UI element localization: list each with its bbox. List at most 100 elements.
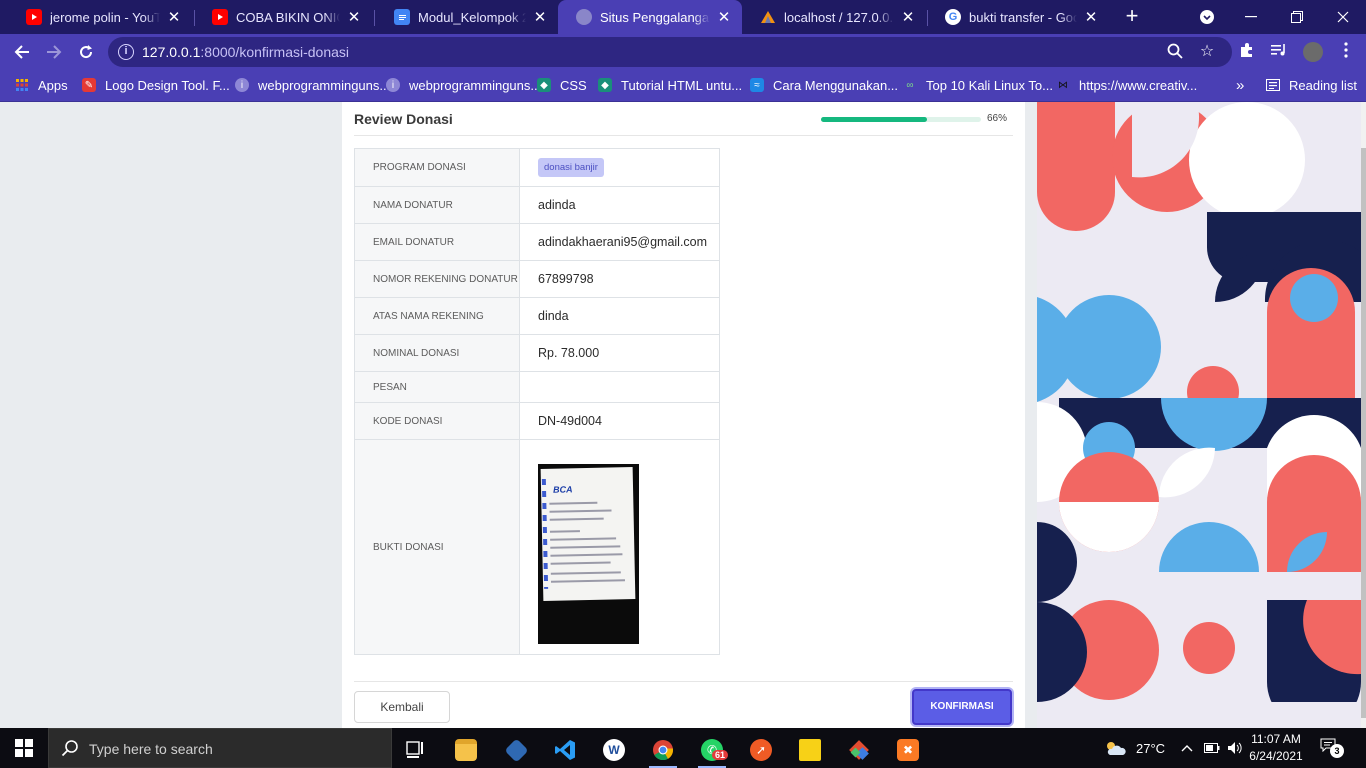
search-icon (61, 739, 79, 757)
git-app[interactable] (839, 732, 879, 768)
tab-youtube-onigiri[interactable]: COBA BIKIN ONIGIRI BARENG ✕ (194, 0, 372, 34)
row-label-nama: NAMA DONATUR (354, 186, 520, 224)
tab-title: jerome polin - YouTube (50, 9, 160, 25)
folder-icon (455, 739, 477, 761)
extensions-puzzle-icon[interactable] (1237, 42, 1257, 62)
close-tab-icon[interactable]: ✕ (1083, 8, 1099, 26)
battery-status[interactable] (1204, 728, 1220, 768)
bookmark-cara-menggunakan[interactable]: ≈ Cara Menggunakan... (750, 70, 898, 100)
tab-phpmyadmin[interactable]: localhost / 127.0.0.1 / phpMyAdmin ✕ (742, 0, 926, 34)
receipt-line (550, 537, 617, 541)
virtualbox-app[interactable] (496, 732, 536, 768)
menu-kebab-icon[interactable] (1336, 42, 1356, 62)
vscode-app[interactable] (545, 732, 585, 768)
arrow-left-icon (14, 45, 29, 59)
bookmark-kali-linux[interactable]: ∞ Top 10 Kali Linux To... (903, 70, 1053, 100)
bookmark-creativ[interactable]: ⋈ https://www.creativ... (1056, 70, 1197, 100)
zoom-search-icon[interactable] (1166, 43, 1184, 61)
bookmark-css[interactable]: ◆ CSS (537, 70, 587, 100)
new-tab-button[interactable]: + (1118, 2, 1146, 32)
tab-youtube-jerome[interactable]: jerome polin - YouTube ✕ (8, 0, 192, 34)
phpmyadmin-icon (760, 9, 776, 25)
file-explorer-app[interactable] (446, 732, 486, 768)
receipt-line (550, 571, 621, 575)
tray-overflow-button[interactable] (1181, 728, 1193, 768)
confirm-button[interactable]: KONFIRMASI (912, 689, 1012, 725)
bookmark-webprogramming-1[interactable]: i webprogramminguns... (235, 70, 390, 100)
bookmarks-overflow-button[interactable]: » (1236, 70, 1244, 100)
profile-avatar[interactable] (1303, 42, 1323, 62)
minimize-button[interactable] (1228, 0, 1274, 34)
xampp-app[interactable]: ✖ (888, 732, 928, 768)
sticky-notes-app[interactable] (790, 732, 830, 768)
tab-situs-penggalangan[interactable]: Situs Penggalangan Dana ✕ (558, 0, 742, 34)
restore-button[interactable] (1274, 0, 1320, 34)
back-button[interactable] (8, 38, 36, 66)
taskbar-search[interactable]: Type here to search (48, 728, 392, 768)
codepen-icon: ◆ (537, 78, 551, 92)
url-host: 127.0.0.1 (142, 44, 201, 60)
notification-center-button[interactable]: 3 (1320, 738, 1344, 758)
receipt-line (549, 501, 598, 505)
weather-widget[interactable]: 27°C (1104, 728, 1165, 768)
bookmark-webprogramming-2[interactable]: i webprogramminguns... (386, 70, 541, 100)
volume-control[interactable] (1227, 728, 1243, 768)
row-value-nominal: Rp. 78.000 (519, 334, 720, 372)
row-label-kode: KODE DONASI (354, 402, 520, 440)
reload-button[interactable] (72, 38, 100, 66)
table-row: NAMA DONATUR adinda (354, 186, 720, 224)
url-text[interactable]: 127.0.0.1:8000/konfirmasi-donasi (142, 44, 349, 60)
page-scrollbar[interactable] (1361, 102, 1366, 728)
codepen-icon: ◆ (598, 78, 612, 92)
windows-taskbar: Type here to search W ✆ 61 ➚ ✖ 27°C 11:0… (0, 728, 1366, 768)
tab-search-button[interactable] (1184, 0, 1230, 34)
close-tab-icon[interactable]: ✕ (900, 8, 916, 26)
tab-title: COBA BIKIN ONIGIRI BARENG (236, 9, 340, 25)
tab-google-docs[interactable]: Modul_Kelompok 2 - Google Docs ✕ (376, 0, 558, 34)
bookmark-label: webprogramminguns... (258, 77, 391, 93)
word-app[interactable]: W (594, 732, 634, 768)
tab-title: localhost / 127.0.0.1 / phpMyAdmin (784, 9, 894, 25)
program-badge: donasi banjir (538, 158, 604, 177)
receipt-paper: BCA (540, 467, 636, 601)
bookmark-star-icon[interactable]: ☆ (1198, 43, 1216, 61)
taskbar-clock[interactable]: 11:07 AM 6/24/2021 (1246, 731, 1306, 765)
chrome-app[interactable] (643, 732, 683, 768)
reading-list-button[interactable]: Reading list (1266, 70, 1357, 100)
row-label-nominal: NOMINAL DONASI (354, 334, 520, 372)
bookmark-label: Top 10 Kali Linux To... (926, 77, 1053, 93)
site-info-icon[interactable]: i (118, 44, 134, 60)
page-title: Review Donasi (354, 111, 453, 127)
table-row: ATAS NAMA REKENING dinda (354, 297, 720, 335)
table-row: KODE DONASI DN-49d004 (354, 402, 720, 440)
bookmark-tutorial-html[interactable]: ◆ Tutorial HTML untu... (598, 70, 742, 100)
cube-icon (503, 737, 529, 763)
start-button[interactable] (0, 728, 48, 768)
bookmark-apps[interactable]: Apps (15, 70, 68, 100)
close-tab-icon[interactable]: ✕ (716, 8, 732, 26)
whatsapp-app[interactable]: ✆ 61 (692, 732, 732, 768)
back-button-kembali[interactable]: Kembali (354, 691, 450, 723)
scrollbar-thumb[interactable] (1361, 148, 1366, 718)
bookmark-logo-design[interactable]: ✎ Logo Design Tool. F... (82, 70, 230, 100)
globe-icon (576, 9, 592, 25)
card-footer-divider (354, 681, 1013, 682)
receipt-line (550, 561, 611, 565)
windows-logo-icon (15, 739, 33, 757)
postman-app[interactable]: ➚ (741, 732, 781, 768)
tab-separator (374, 10, 375, 26)
card-header: Review Donasi 66% (354, 102, 1013, 136)
chrome-icon (653, 740, 674, 761)
task-view-button[interactable] (396, 732, 436, 768)
close-tab-icon[interactable]: ✕ (346, 8, 362, 26)
close-window-button[interactable] (1320, 0, 1366, 34)
close-tab-icon[interactable]: ✕ (166, 8, 182, 26)
forward-button[interactable] (40, 38, 68, 66)
address-bar[interactable]: i 127.0.0.1:8000/konfirmasi-donasi ☆ (108, 37, 1232, 67)
media-control-icon[interactable] (1269, 42, 1289, 62)
decorative-geometric-art (1037, 102, 1361, 728)
tab-google-search[interactable]: G bukti transfer - Google Search ✕ (927, 0, 1109, 34)
transfer-receipt-image[interactable]: BCA (538, 464, 639, 644)
receipt-line (549, 530, 580, 533)
close-tab-icon[interactable]: ✕ (532, 8, 548, 26)
